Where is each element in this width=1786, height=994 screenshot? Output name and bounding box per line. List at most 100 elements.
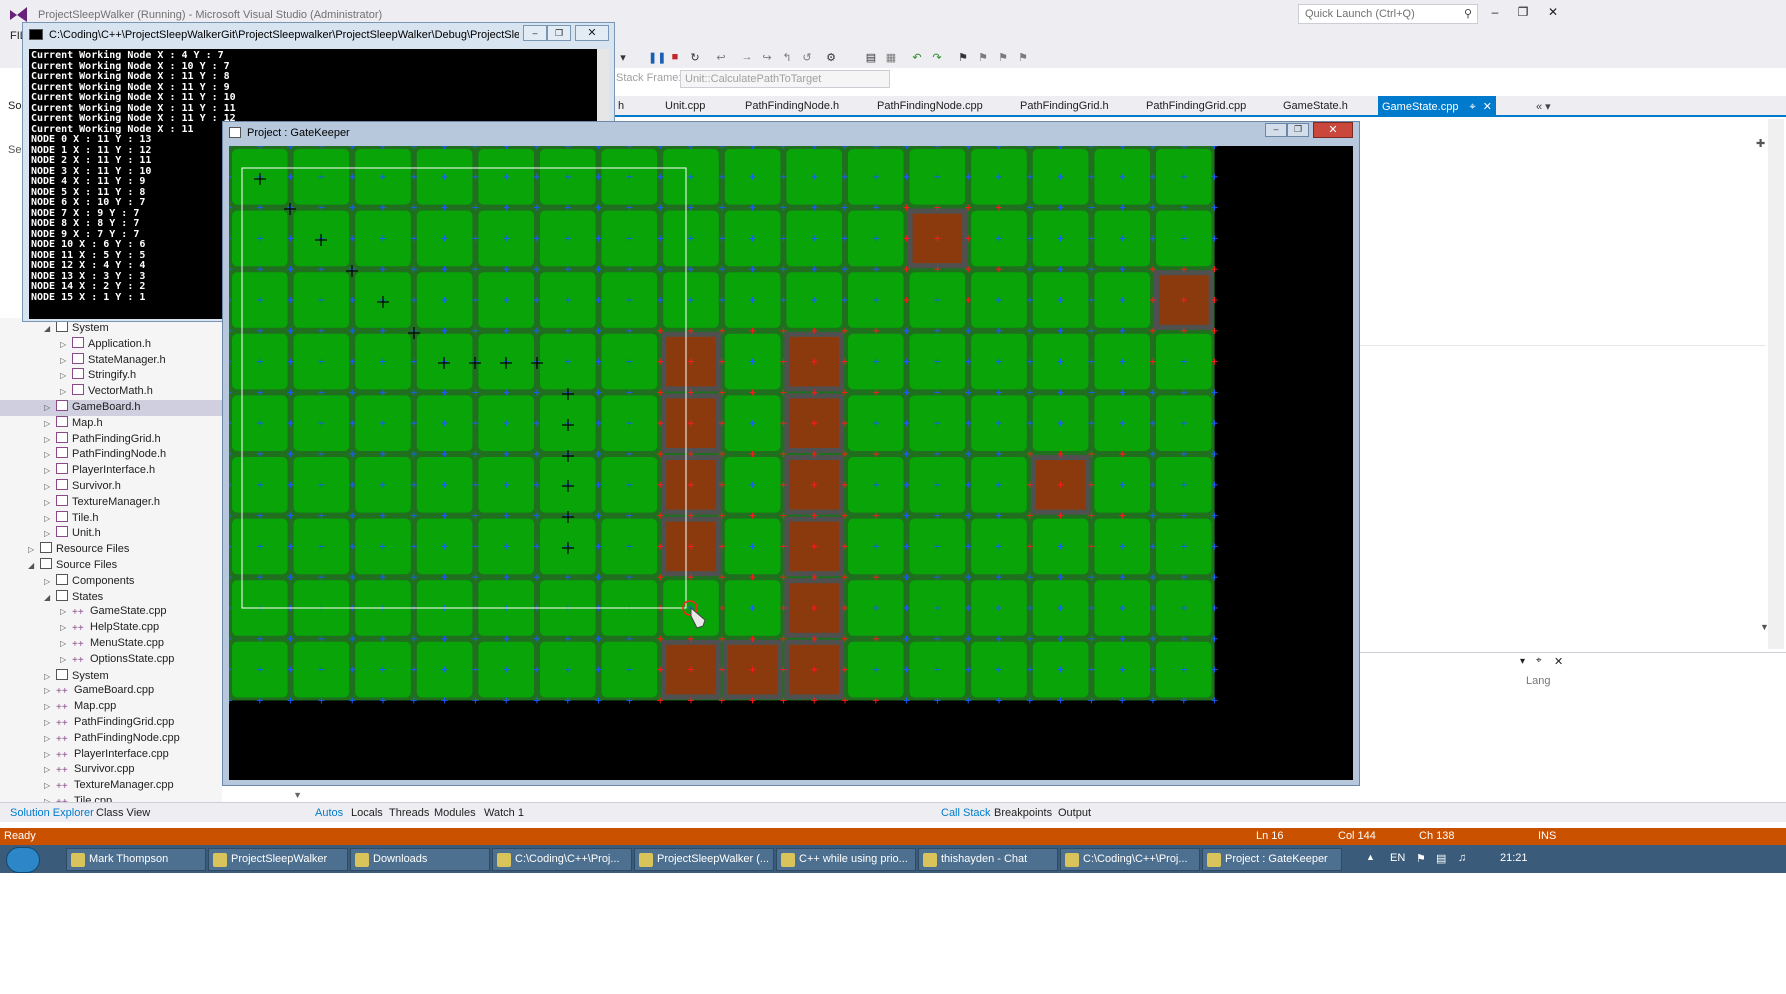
- step-into-icon[interactable]: →: [740, 51, 754, 63]
- tab-gamestate-h[interactable]: GameState.h: [1283, 100, 1348, 112]
- collapsed-arrow-icon[interactable]: ▷: [44, 750, 56, 759]
- language-indicator[interactable]: EN: [1390, 852, 1405, 864]
- close-tab-icon[interactable]: ✕: [1483, 101, 1492, 113]
- restore-button[interactable]: ❐: [1514, 5, 1532, 19]
- collapsed-arrow-icon[interactable]: ▷: [44, 702, 56, 711]
- restart-icon[interactable]: ↻: [688, 51, 702, 64]
- tree-item[interactable]: ▷ ++ OptionsState.cpp: [0, 653, 222, 669]
- collapsed-arrow-icon[interactable]: ▷: [44, 672, 56, 681]
- tab-pathfindinggrid-h[interactable]: PathFindingGrid.h: [1020, 100, 1109, 112]
- taskbar-item[interactable]: ProjectSleepWalker (...: [634, 848, 774, 871]
- collapsed-arrow-icon[interactable]: ▷: [44, 435, 56, 444]
- tree-item[interactable]: ▷ Resource Files: [0, 542, 222, 558]
- tree-item[interactable]: ◢ States: [0, 589, 222, 606]
- tree-item[interactable]: ▷ ++ HelpState.cpp: [0, 621, 222, 637]
- tree-item[interactable]: ▷ Stringify.h: [0, 368, 222, 384]
- tree-item[interactable]: ▷ VectorMath.h: [0, 384, 222, 400]
- tree-item[interactable]: ▷ ++ Map.cpp: [0, 700, 222, 716]
- step-over-icon[interactable]: ↪: [760, 51, 774, 64]
- tree-item[interactable]: ▷ ++ TextureManager.cpp: [0, 779, 222, 795]
- tree-item[interactable]: ▷ PathFindingNode.h: [0, 447, 222, 463]
- collapsed-arrow-icon[interactable]: ▷: [44, 419, 56, 428]
- tab-unit-cpp[interactable]: Unit.cpp: [665, 100, 705, 112]
- pin-icon[interactable]: ⌖: [1470, 101, 1476, 113]
- tree-item[interactable]: ▷ ++ PlayerInterface.cpp: [0, 748, 222, 764]
- start-button[interactable]: [6, 847, 40, 873]
- game-maximize-button[interactable]: ❐: [1287, 123, 1309, 137]
- tree-item[interactable]: ▷ Tile.h: [0, 510, 222, 527]
- tree-item[interactable]: ▷ Map.h: [0, 415, 222, 432]
- tab-partial[interactable]: h: [618, 100, 624, 112]
- flag-icon[interactable]: ⚑: [1416, 852, 1426, 865]
- collapsed-arrow-icon[interactable]: ▷: [44, 577, 56, 586]
- taskbar-item[interactable]: C++ while using prio...: [776, 848, 916, 871]
- collapsed-arrow-icon[interactable]: ▷: [44, 514, 56, 523]
- taskbar-item[interactable]: C:\Coding\C++\Proj...: [1060, 848, 1200, 871]
- tab-call-stack[interactable]: Call Stack: [941, 807, 991, 819]
- collapsed-arrow-icon[interactable]: ▷: [60, 623, 72, 632]
- collapsed-arrow-icon[interactable]: ▷: [60, 356, 72, 365]
- tab-threads[interactable]: Threads: [389, 807, 429, 819]
- console-minimize-button[interactable]: –: [523, 25, 547, 41]
- collapsed-arrow-icon[interactable]: ▷: [44, 765, 56, 774]
- taskbar-item[interactable]: Project : GateKeeper: [1202, 848, 1342, 871]
- tab-watch1[interactable]: Watch 1: [484, 807, 524, 819]
- quick-launch-input[interactable]: Quick Launch (Ctrl+Q) ⚲: [1298, 4, 1478, 24]
- collapsed-arrow-icon[interactable]: ▷: [60, 371, 72, 380]
- undo-icon[interactable]: ↶: [910, 51, 924, 64]
- tab-pathfindingnode-h[interactable]: PathFindingNode.h: [745, 100, 839, 112]
- tab-output[interactable]: Output: [1058, 807, 1091, 819]
- tab-locals[interactable]: Locals: [351, 807, 383, 819]
- panel-pin-icon[interactable]: ⌖: [1536, 655, 1542, 666]
- tree-item[interactable]: ▷ PlayerInterface.h: [0, 463, 222, 479]
- collapsed-arrow-icon[interactable]: ▷: [44, 734, 56, 743]
- console-close-button[interactable]: ✕: [575, 25, 609, 41]
- next-bookmark-icon[interactable]: ⚑: [996, 51, 1010, 64]
- hex-icon[interactable]: ↺: [800, 51, 814, 64]
- tab-autos[interactable]: Autos: [315, 807, 343, 819]
- tab-modules[interactable]: Modules: [434, 807, 476, 819]
- toolbar-arrow-icon[interactable]: ▾: [616, 51, 630, 64]
- collapsed-arrow-icon[interactable]: ▷: [44, 686, 56, 695]
- network-icon[interactable]: ▤: [1436, 852, 1446, 865]
- tab-overflow-icon[interactable]: « ▾: [1536, 100, 1551, 113]
- tree-item[interactable]: ▷ GameBoard.h: [0, 400, 222, 416]
- tab-gamestate-cpp[interactable]: GameState.cpp ⌖ ✕: [1378, 96, 1496, 116]
- collapsed-arrow-icon[interactable]: ▷: [44, 718, 56, 727]
- collapsed-arrow-icon[interactable]: ▷: [60, 387, 72, 396]
- tab-pathfindinggrid-cpp[interactable]: PathFindingGrid.cpp: [1146, 100, 1246, 112]
- collapsed-arrow-icon[interactable]: ▷: [44, 482, 56, 491]
- tab-pathfindingnode-cpp[interactable]: PathFindingNode.cpp: [877, 100, 983, 112]
- tree-item[interactable]: ▷ ++ PathFindingGrid.cpp: [0, 716, 222, 732]
- taskbar-item[interactable]: ProjectSleepWalker: [208, 848, 348, 871]
- clear-bookmark-icon[interactable]: ⚑: [1016, 51, 1030, 64]
- tree-item[interactable]: ◢ System: [0, 321, 222, 337]
- clock[interactable]: 21:21: [1500, 852, 1528, 864]
- collapsed-arrow-icon[interactable]: ▷: [44, 498, 56, 507]
- tree-item[interactable]: ▷ Application.h: [0, 336, 222, 353]
- expanded-arrow-icon[interactable]: ◢: [44, 324, 56, 333]
- editor-scrollbar[interactable]: [1768, 119, 1784, 649]
- volume-icon[interactable]: ♫: [1458, 852, 1466, 864]
- tree-item[interactable]: ▷ ++ Survivor.cpp: [0, 763, 222, 779]
- taskbar-item[interactable]: Mark Thompson: [66, 848, 206, 871]
- tree-item[interactable]: ▷ Components: [0, 573, 222, 590]
- tree-item[interactable]: ▷ Unit.h: [0, 526, 222, 542]
- expanded-arrow-icon[interactable]: ◢: [28, 561, 40, 570]
- tree-item[interactable]: ▷ StateManager.h: [0, 352, 222, 369]
- list-icon[interactable]: ▦: [884, 51, 898, 64]
- collapsed-arrow-icon[interactable]: ▷: [60, 340, 72, 349]
- scroll-down-icon[interactable]: ▼: [1760, 622, 1769, 632]
- tree-item[interactable]: ▷ System: [0, 668, 222, 685]
- expanded-arrow-icon[interactable]: ◢: [44, 593, 56, 602]
- split-icon[interactable]: ✚: [1756, 137, 1765, 150]
- stack-frame-dropdown[interactable]: Unit::CalculatePathToTarget: [680, 70, 890, 88]
- tray-arrow-icon[interactable]: ▲: [1366, 852, 1375, 862]
- scroll-down-arrow-icon[interactable]: ▼: [293, 790, 302, 800]
- redo-icon[interactable]: ↷: [930, 51, 944, 64]
- tree-item[interactable]: ▷ ++ MenuState.cpp: [0, 637, 222, 653]
- step-out-icon[interactable]: ↰: [780, 51, 794, 64]
- minimize-button[interactable]: –: [1486, 5, 1504, 19]
- stop-icon[interactable]: ■: [668, 51, 682, 63]
- code-editor[interactable]: ▼ ✚: [1360, 117, 1786, 652]
